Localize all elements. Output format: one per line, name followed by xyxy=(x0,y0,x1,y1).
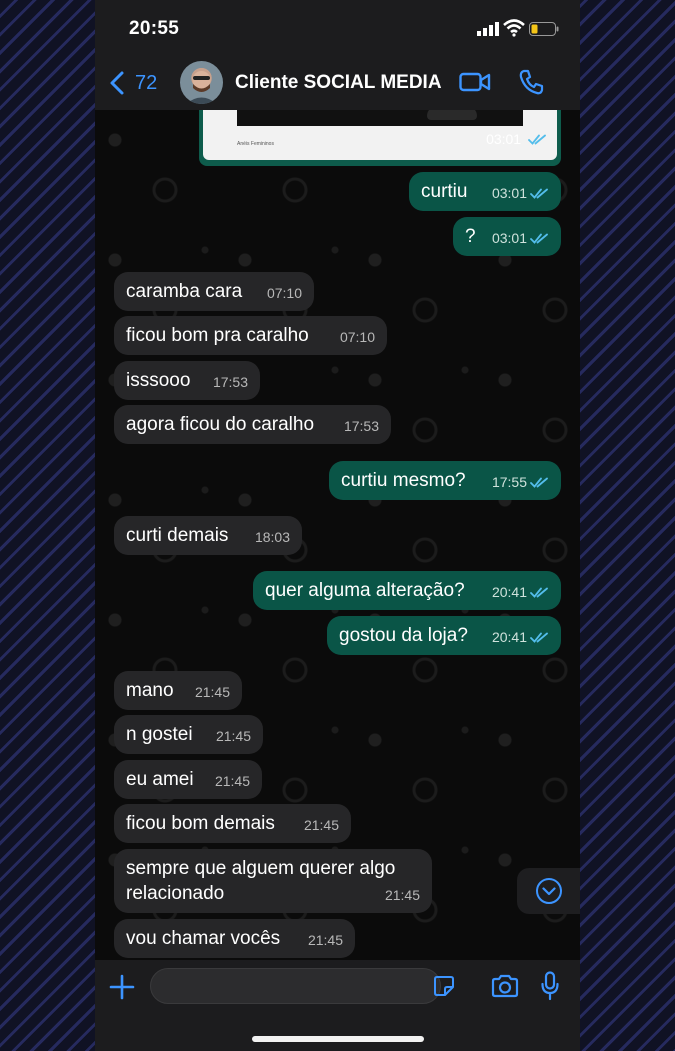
product-photo xyxy=(237,110,523,126)
status-bar: 20:55 xyxy=(95,0,580,56)
read-receipt-icon xyxy=(530,188,548,199)
read-receipt-icon xyxy=(528,134,546,145)
incoming-message[interactable]: caramba cara 07:10 xyxy=(114,272,314,311)
image-caption: Anéis Femininos xyxy=(237,141,274,147)
status-time: 20:55 xyxy=(129,18,180,39)
message-text: ficou bom pra caralho xyxy=(126,325,309,346)
avatar-face-icon xyxy=(186,71,217,104)
message-text: eu amei xyxy=(126,769,194,790)
scroll-down-icon xyxy=(536,878,562,904)
wifi-icon xyxy=(503,19,525,37)
message-time: 21:45 xyxy=(307,932,343,948)
outgoing-message[interactable]: curtiu 03:01 xyxy=(409,172,561,211)
phone-screen: 20:55 72 Cliente SOCIAL MEDIA Anéis Femi… xyxy=(95,0,580,1051)
message-time: 21:45 xyxy=(384,887,420,903)
message-list[interactable]: Anéis Femininos 03:01 curtiu 03:01? 03:01 c… xyxy=(95,110,580,960)
message-input[interactable] xyxy=(150,968,441,1004)
composer-bar xyxy=(95,960,580,1051)
scroll-down-button[interactable] xyxy=(517,868,580,914)
microphone-icon[interactable] xyxy=(540,971,560,1001)
incoming-message[interactable]: agora ficou do caralho 17:53 xyxy=(114,405,391,444)
message-text: n gostei xyxy=(126,724,193,745)
message-text: ? xyxy=(465,226,476,247)
message-time: 03:01 xyxy=(492,181,549,206)
image-message[interactable]: Anéis Femininos 03:01 xyxy=(199,110,561,166)
message-time: 20:41 xyxy=(492,625,549,650)
battery-icon xyxy=(529,22,559,36)
message-time: 07:10 xyxy=(266,285,302,301)
message-time: 18:03 xyxy=(254,529,290,545)
message-text: vou chamar vocês xyxy=(126,928,281,949)
incoming-message[interactable]: isssooo 17:53 xyxy=(114,361,260,400)
message-time: 21:45 xyxy=(214,773,250,789)
read-receipt-icon xyxy=(530,587,548,598)
camera-icon[interactable] xyxy=(491,974,519,998)
message-text: sempre que alguem querer algo relacionad… xyxy=(126,858,396,904)
unread-count[interactable]: 72 xyxy=(135,72,157,95)
message-time: 17:55 xyxy=(492,470,549,495)
message-time: 17:53 xyxy=(343,418,379,434)
incoming-message[interactable]: n gostei 21:45 xyxy=(114,715,263,754)
message-time: 07:10 xyxy=(339,329,375,345)
incoming-message[interactable]: ficou bom demais 21:45 xyxy=(114,804,351,843)
sticker-icon[interactable] xyxy=(433,975,455,997)
message-text: curtiu xyxy=(421,181,468,202)
message-text: gostou da loja? xyxy=(339,625,468,646)
incoming-message[interactable]: eu amei 21:45 xyxy=(114,760,262,799)
message-text: caramba cara xyxy=(126,281,243,302)
message-time: 21:45 xyxy=(194,684,230,700)
back-chevron-icon[interactable] xyxy=(107,70,129,96)
read-receipt-icon xyxy=(530,233,548,244)
message-time: 03:01 xyxy=(492,226,549,251)
incoming-message[interactable]: curti demais 18:03 xyxy=(114,516,302,555)
incoming-message[interactable]: vou chamar vocês 21:45 xyxy=(114,919,355,958)
chat-header: 72 Cliente SOCIAL MEDIA xyxy=(95,56,580,111)
read-receipt-icon xyxy=(530,632,548,643)
contact-avatar[interactable] xyxy=(180,61,223,104)
message-time: 17:53 xyxy=(212,374,248,390)
message-time: 03:01 xyxy=(486,131,547,147)
message-text: isssooo xyxy=(126,370,191,391)
message-text: curtiu mesmo? xyxy=(341,470,466,491)
message-text: quer alguma alteração? xyxy=(265,580,465,601)
plus-icon[interactable] xyxy=(109,974,135,1000)
message-text: ficou bom demais xyxy=(126,813,275,834)
outgoing-message[interactable]: quer alguma alteração? 20:41 xyxy=(253,571,561,610)
phone-call-icon[interactable] xyxy=(518,69,544,95)
message-text: agora ficou do caralho xyxy=(126,414,315,435)
read-receipt-icon xyxy=(530,477,548,488)
outgoing-message[interactable]: curtiu mesmo? 17:55 xyxy=(329,461,561,500)
signal-icon xyxy=(477,22,499,36)
message-text: curti demais xyxy=(126,525,229,546)
outgoing-message[interactable]: gostou da loja? 20:41 xyxy=(327,616,561,655)
chat-title[interactable]: Cliente SOCIAL MEDIA xyxy=(235,72,442,94)
incoming-message[interactable]: mano 21:45 xyxy=(114,671,242,710)
incoming-message[interactable]: ficou bom pra caralho 07:10 xyxy=(114,316,387,355)
outgoing-message[interactable]: ? 03:01 xyxy=(453,217,561,256)
message-text: mano xyxy=(126,680,174,701)
home-indicator xyxy=(252,1036,424,1042)
video-call-icon[interactable] xyxy=(459,70,491,94)
message-time: 21:45 xyxy=(215,728,251,744)
incoming-message[interactable]: sempre que alguem querer algo relacionad… xyxy=(114,849,432,913)
message-time: 20:41 xyxy=(492,580,549,605)
message-time: 21:45 xyxy=(303,817,339,833)
